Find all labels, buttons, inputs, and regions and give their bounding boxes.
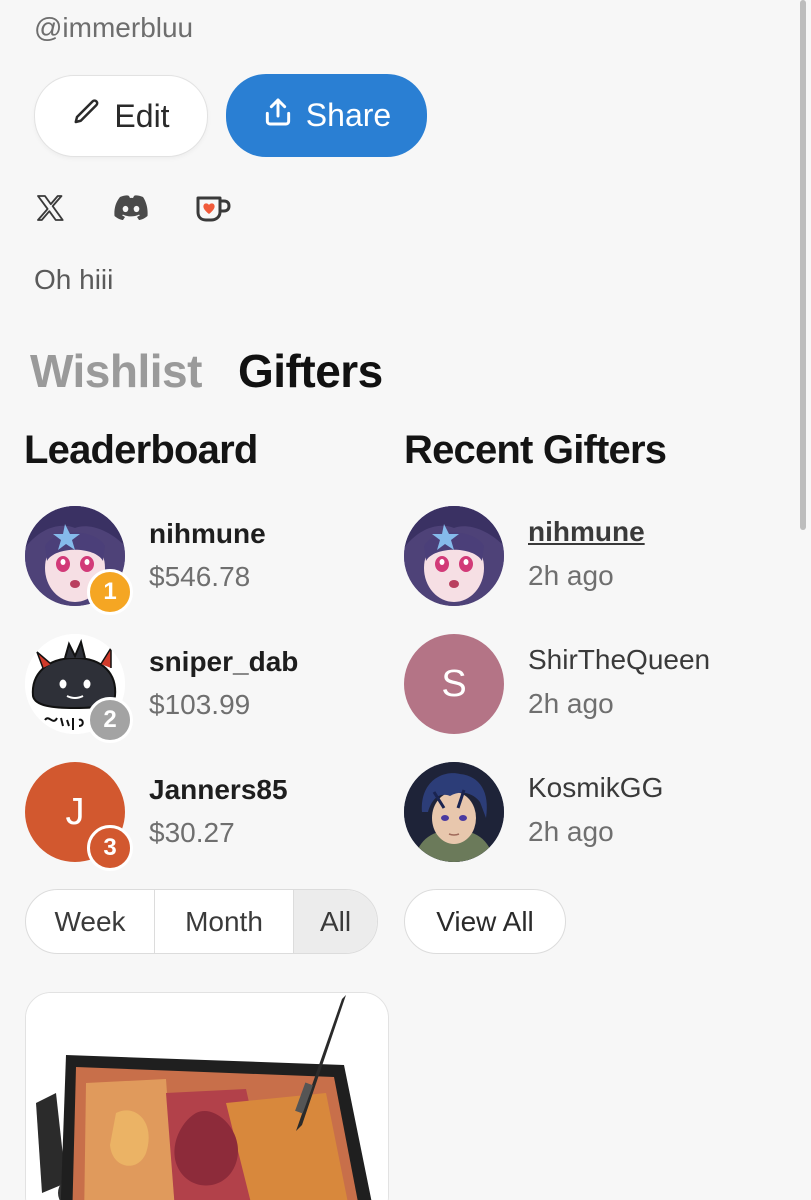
leaderboard-name: sniper_dab xyxy=(149,646,299,677)
rank-badge: 1 xyxy=(87,569,133,615)
wishlist-item-card[interactable] xyxy=(25,992,389,1200)
recent-gifter-time: 2h ago xyxy=(528,816,614,847)
recent-gifter-row[interactable] xyxy=(404,506,504,606)
leaderboard-amount: $103.99 xyxy=(149,689,251,720)
tab-gifters[interactable]: Gifters xyxy=(238,344,383,398)
scrollbar[interactable] xyxy=(800,0,806,530)
product-image xyxy=(26,993,388,1200)
filter-all-button[interactable]: All xyxy=(294,890,377,953)
edit-label: Edit xyxy=(114,97,170,134)
leaderboard-title: Leaderboard xyxy=(24,428,258,472)
share-icon xyxy=(262,96,294,136)
leaderboard-name: nihmune xyxy=(149,518,266,549)
leaderboard-period-filter: Week Month All xyxy=(25,889,378,954)
leaderboard-name: Janners85 xyxy=(149,774,288,805)
profile-bio: Oh hiii xyxy=(34,264,114,295)
recent-gifter-time: 2h ago xyxy=(528,688,614,719)
recent-gifter-name: KosmikGG xyxy=(528,772,664,803)
edit-button[interactable]: Edit xyxy=(34,75,208,157)
recent-gifters-title: Recent Gifters xyxy=(404,428,667,472)
rank-badge: 3 xyxy=(87,825,133,871)
filter-week-button[interactable]: Week xyxy=(26,890,155,953)
rank-badge: 2 xyxy=(87,697,133,743)
recent-gifter-name: ShirTheQueen xyxy=(528,644,711,675)
avatar xyxy=(404,762,504,862)
recent-gifter-name-link[interactable]: nihmune xyxy=(528,516,645,548)
view-all-button[interactable]: View All xyxy=(404,889,566,954)
leaderboard-amount: $30.27 xyxy=(149,817,235,848)
kofi-icon[interactable] xyxy=(193,188,233,228)
filter-month-button[interactable]: Month xyxy=(155,890,294,953)
leaderboard-amount: $546.78 xyxy=(149,561,251,592)
recent-gifter-row[interactable] xyxy=(404,762,504,862)
avatar xyxy=(404,506,504,606)
discord-icon[interactable] xyxy=(111,188,151,228)
avatar-initial: S xyxy=(441,662,467,705)
tab-wishlist[interactable]: Wishlist xyxy=(30,344,202,398)
recent-gifter-row[interactable]: S xyxy=(404,634,504,734)
avatar-initial: J xyxy=(65,790,85,833)
share-label: Share xyxy=(305,97,392,133)
avatar: S xyxy=(404,634,504,734)
share-button[interactable]: Share xyxy=(226,74,427,157)
pencil-icon xyxy=(72,97,102,135)
profile-handle: @immerbluu xyxy=(34,12,194,43)
recent-gifter-time: 2h ago xyxy=(528,560,614,591)
x-icon[interactable] xyxy=(30,188,70,228)
